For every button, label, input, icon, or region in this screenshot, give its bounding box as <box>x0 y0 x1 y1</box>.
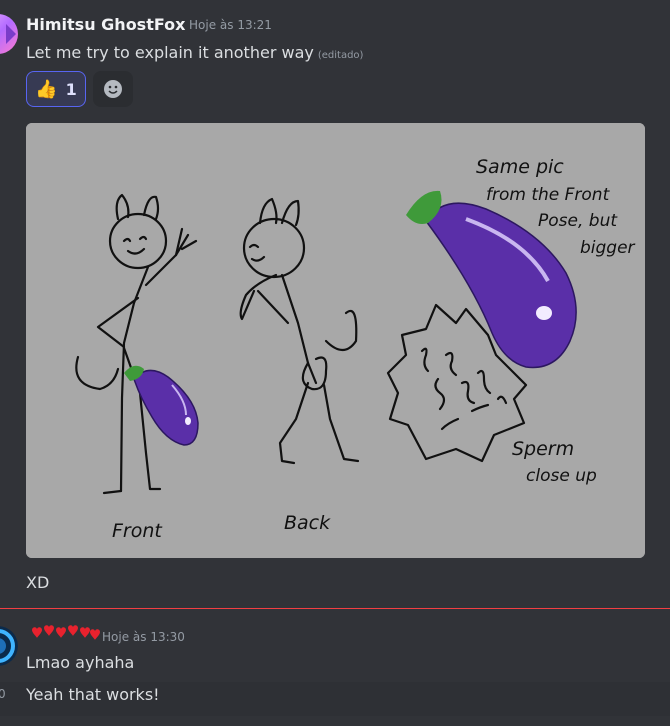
image-attachment[interactable]: Front Back Same pic from the Front Pose,… <box>26 123 645 558</box>
username[interactable]: Himitsu GhostFox <box>26 15 185 34</box>
message-group-himitsu: Himitsu GhostFox Hoje às 13:21 Let me tr… <box>0 0 670 600</box>
label-from-front: from the Front <box>486 185 611 205</box>
add-reaction-button[interactable] <box>93 71 133 107</box>
label-bigger: bigger <box>580 238 636 258</box>
label-same-pic: Same pic <box>476 156 564 178</box>
message-body: Let me try to explain it another way <box>26 43 314 62</box>
label-back: Back <box>284 512 331 534</box>
message-timestamp-2[interactable]: Hoje às 13:30 <box>102 630 185 644</box>
label-close-up: close up <box>526 466 597 486</box>
label-front: Front <box>112 520 163 542</box>
user-avatar[interactable] <box>0 4 18 64</box>
followup-message-text-2: Yeah that works! <box>26 685 160 704</box>
edited-tag: (editado) <box>317 50 364 61</box>
avatar-image-2 <box>0 626 18 666</box>
label-pose-but: Pose, but <box>538 211 618 231</box>
thumbs-up-icon: 👍 <box>35 78 58 100</box>
add-reaction-icon <box>104 80 122 98</box>
reaction-count: 1 <box>65 79 77 99</box>
reaction-thumbs-up[interactable]: 👍 1 <box>26 71 86 107</box>
message-text-2: Lmao ayhaha <box>26 653 135 672</box>
username-hearts[interactable] <box>26 624 102 646</box>
user-avatar-2[interactable] <box>0 626 18 666</box>
followup-message-text: XD <box>26 573 50 592</box>
heart-icons <box>32 625 100 640</box>
label-sperm: Sperm <box>512 438 574 460</box>
message-text: Let me try to explain it another way (edi… <box>26 43 363 62</box>
drawing-image: Front Back Same pic from the Front Pose,… <box>26 123 645 558</box>
gutter-timestamp: 0 <box>0 687 6 701</box>
message-timestamp[interactable]: Hoje às 13:21 <box>189 18 272 32</box>
message-group-second: Hoje às 13:30 Lmao ayhaha 0 Yeah that wo… <box>0 610 670 726</box>
new-messages-divider <box>0 608 670 609</box>
avatar-image <box>0 14 18 54</box>
